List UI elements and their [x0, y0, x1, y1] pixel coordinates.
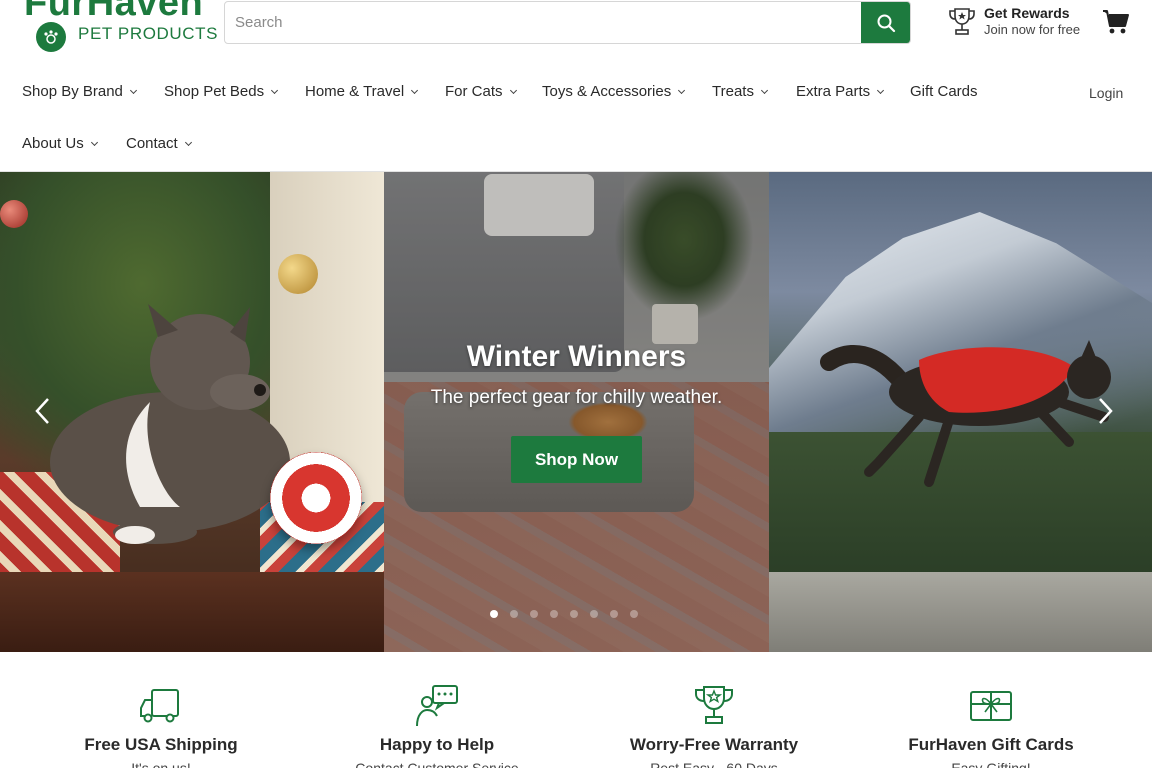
chevron-down-icon [509, 86, 517, 94]
chevron-down-icon [184, 138, 192, 146]
carousel-dot[interactable] [590, 610, 598, 618]
nav-label: Home & Travel [305, 83, 405, 100]
hero-title: Winter Winners [466, 340, 687, 373]
login-link[interactable]: Login [1089, 85, 1123, 101]
feature-subtitle: Contact Customer Service [355, 760, 519, 768]
nav-label: Contact [126, 135, 178, 152]
chevron-down-icon [678, 86, 686, 94]
hero-overlay: Winter Winners The perfect gear for chil… [384, 172, 769, 652]
nav-treats[interactable]: Treats [712, 83, 768, 100]
nav-label: About Us [22, 135, 84, 152]
chevron-down-icon [877, 86, 885, 94]
nav-label: For Cats [445, 83, 503, 100]
feature-subtitle: It's on us! [131, 760, 191, 768]
carousel-pagination [490, 610, 638, 620]
nav-extra-parts[interactable]: Extra Parts [796, 83, 885, 100]
rewards-link[interactable]: Get Rewards Join now for free [948, 4, 1088, 42]
feature-subtitle: Easy Gifting! [951, 760, 1031, 768]
nav-about-us[interactable]: About Us [22, 135, 98, 152]
site-header: FurHaven PET PRODUCTS Search Get Rewards… [0, 0, 1152, 66]
nav-gift-cards[interactable]: Gift Cards [910, 83, 978, 100]
logo-subtitle: PET PRODUCTS [78, 24, 219, 43]
feature-strip: Free USA Shipping It's on us! Happy to H… [0, 652, 1152, 768]
chevron-down-icon [129, 86, 137, 94]
carousel-next-arrow-icon[interactable] [1096, 396, 1114, 426]
chevron-down-icon [760, 86, 768, 94]
nav-shop-by-brand[interactable]: Shop By Brand [22, 83, 137, 100]
support-chat-icon [416, 685, 458, 727]
nav-label: Treats [712, 83, 754, 100]
nav-label: Toys & Accessories [542, 83, 672, 100]
chevron-down-icon [90, 138, 98, 146]
nav-label: Extra Parts [796, 83, 871, 100]
paw-badge-icon [36, 22, 66, 52]
nav-contact[interactable]: Contact [126, 135, 192, 152]
carousel-prev-arrow-icon[interactable] [34, 396, 52, 426]
chevron-down-icon [271, 86, 279, 94]
carousel-dot[interactable] [510, 610, 518, 618]
nav-label: Shop By Brand [22, 83, 123, 100]
search-button[interactable] [861, 2, 910, 43]
furhaven-logo[interactable]: FurHaven PET PRODUCTS [22, 0, 217, 54]
nav-toys-accessories[interactable]: Toys & Accessories [542, 83, 686, 100]
feature-title: Worry-Free Warranty [629, 735, 799, 754]
cart-icon [1103, 10, 1129, 34]
nav-shop-pet-beds[interactable]: Shop Pet Beds [164, 83, 279, 100]
carousel-dot[interactable] [550, 610, 558, 618]
trophy-star-icon [695, 686, 733, 724]
feature-title: FurHaven Gift Cards [908, 735, 1074, 754]
hero-image-dog-christmas [0, 172, 384, 652]
feature-warranty[interactable]: Worry-Free Warranty Rest Easy - 60 Days [576, 652, 852, 768]
feature-happy-to-help[interactable]: Happy to Help Contact Customer Service [299, 652, 575, 768]
carousel-dot[interactable] [530, 610, 538, 618]
nav-home-travel[interactable]: Home & Travel [305, 83, 419, 100]
nav-for-cats[interactable]: For Cats [445, 83, 517, 100]
hero-image-dog-mountain [769, 172, 1152, 652]
feature-title: Happy to Help [379, 735, 495, 754]
feature-subtitle: Rest Easy - 60 Days [650, 760, 778, 768]
rewards-subtitle: Join now for free [984, 22, 1081, 37]
gift-card-icon [970, 691, 1012, 721]
search-input[interactable] [225, 2, 865, 43]
truck-icon [140, 689, 179, 723]
search-icon [877, 14, 895, 32]
carousel-dot[interactable] [490, 610, 498, 618]
hero-carousel: Winter Winners The perfect gear for chil… [0, 172, 1152, 652]
nav-label: Gift Cards [910, 83, 978, 100]
carousel-dot[interactable] [570, 610, 578, 618]
rewards-title: Get Rewards [984, 5, 1070, 21]
carousel-dot[interactable] [610, 610, 618, 618]
chevron-down-icon [411, 86, 419, 94]
hero-subtitle: The perfect gear for chilly weather. [430, 387, 723, 408]
feature-title: Free USA Shipping [84, 735, 238, 754]
trophy-icon [949, 8, 975, 35]
main-navigation: Shop By Brand Shop Pet Beds Home & Trave… [0, 66, 1152, 172]
feature-gift-cards[interactable]: FurHaven Gift Cards Easy Gifting! [853, 652, 1129, 768]
carousel-dot[interactable] [630, 610, 638, 618]
feature-free-shipping[interactable]: Free USA Shipping It's on us! [23, 652, 299, 768]
cart-button[interactable] [1102, 8, 1132, 38]
nav-label: Shop Pet Beds [164, 83, 265, 100]
search-bar [224, 1, 911, 44]
shop-now-button[interactable]: Shop Now [511, 436, 642, 483]
